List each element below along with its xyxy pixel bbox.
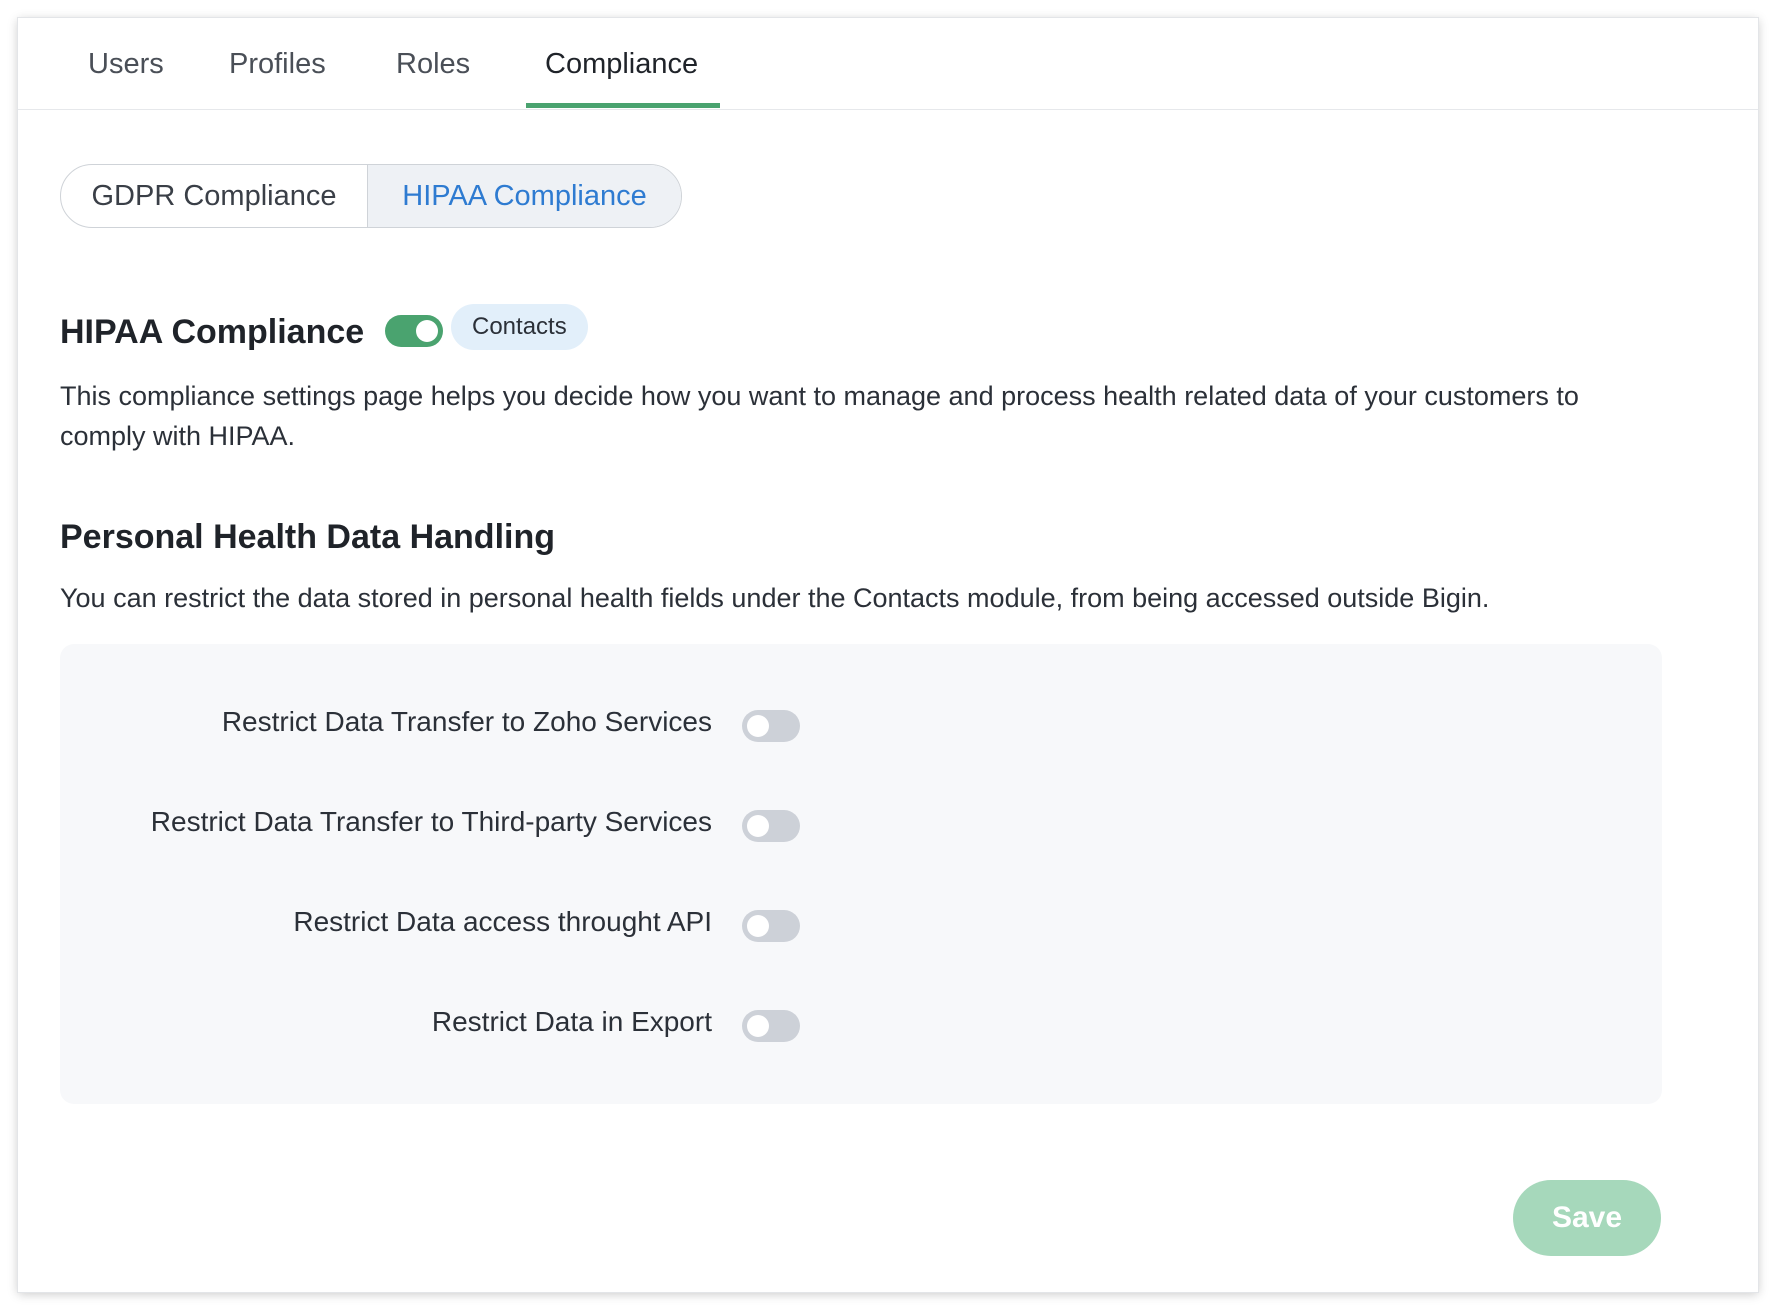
option-label-third-party: Restrict Data Transfer to Third-party Se… bbox=[150, 806, 712, 837]
tab-compliance[interactable]: Compliance bbox=[545, 48, 698, 81]
hipaa-enable-toggle[interactable] bbox=[385, 315, 443, 347]
toggle-knob bbox=[747, 1015, 769, 1037]
tab-profiles[interactable]: Profiles bbox=[229, 48, 326, 81]
restrict-zoho-services-toggle[interactable] bbox=[742, 710, 800, 742]
toggle-knob bbox=[747, 915, 769, 937]
tab-users[interactable]: Users bbox=[88, 48, 164, 81]
hipaa-section-title: HIPAA Compliance bbox=[60, 313, 365, 351]
save-button[interactable]: Save bbox=[1513, 1180, 1661, 1256]
restriction-options-panel: Restrict Data Transfer to Zoho Services … bbox=[60, 644, 1662, 1104]
top-tab-bar: Users Profiles Roles Compliance bbox=[18, 18, 1758, 110]
personal-health-title: Personal Health Data Handling bbox=[60, 518, 555, 556]
toggle-knob bbox=[416, 320, 438, 342]
gdpr-compliance-segment[interactable]: GDPR Compliance bbox=[61, 165, 368, 227]
option-label-api-access: Restrict Data access throught API bbox=[293, 906, 712, 937]
restrict-api-access-toggle[interactable] bbox=[742, 910, 800, 942]
toggle-knob bbox=[747, 715, 769, 737]
restrict-export-toggle[interactable] bbox=[742, 1010, 800, 1042]
restrict-third-party-toggle[interactable] bbox=[742, 810, 800, 842]
option-label-export: Restrict Data in Export bbox=[431, 1006, 712, 1037]
hipaa-compliance-segment[interactable]: HIPAA Compliance bbox=[368, 165, 681, 227]
tab-roles[interactable]: Roles bbox=[396, 48, 470, 81]
option-label-zoho-services: Restrict Data Transfer to Zoho Services bbox=[221, 706, 712, 737]
toggle-knob bbox=[747, 815, 769, 837]
personal-health-description: You can restrict the data stored in pers… bbox=[60, 583, 1490, 613]
module-badge: Contacts bbox=[451, 304, 588, 350]
compliance-type-switcher: GDPR Compliance HIPAA Compliance bbox=[60, 164, 682, 228]
active-tab-indicator bbox=[526, 103, 720, 108]
hipaa-description: This compliance settings page helps you … bbox=[60, 381, 1579, 451]
settings-window: Users Profiles Roles Compliance GDPR Com… bbox=[18, 18, 1758, 1292]
